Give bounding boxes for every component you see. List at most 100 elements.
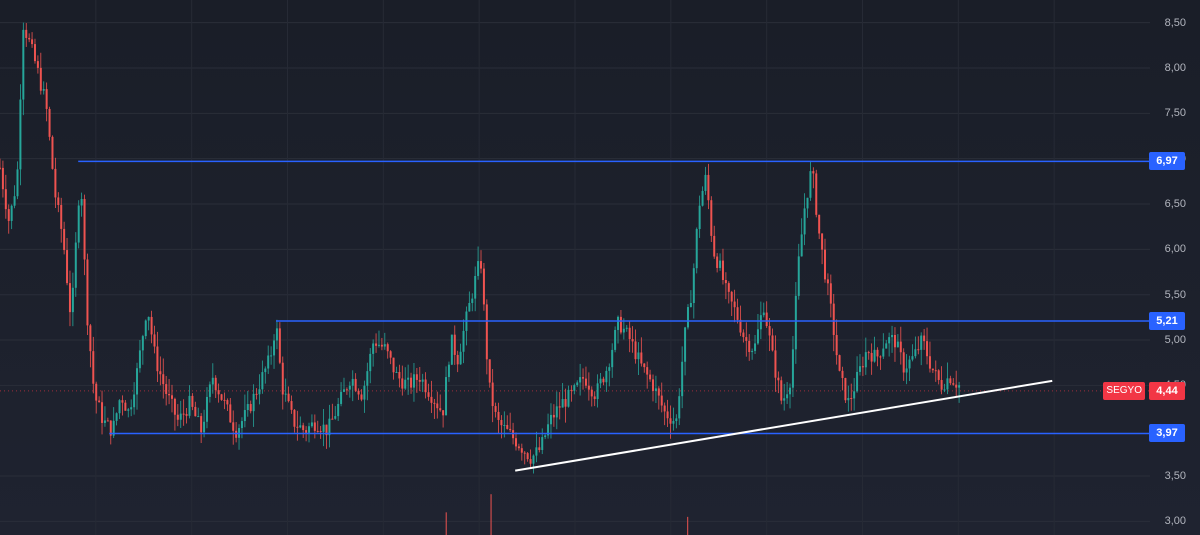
candle-body [818, 214, 821, 234]
candle-body [337, 403, 340, 417]
candle-body [375, 343, 378, 346]
candle-body [48, 108, 51, 137]
candle-body [649, 374, 652, 380]
candle-body [433, 402, 436, 404]
candle-body [471, 298, 474, 303]
candle-body [0, 167, 1, 169]
candle-body [63, 228, 66, 251]
candle-body [494, 406, 497, 412]
candle-body [42, 89, 45, 91]
candle-body [803, 208, 806, 235]
candle-body [861, 366, 864, 368]
candle-body [389, 351, 392, 358]
candle-body [564, 399, 567, 407]
candle-body [544, 435, 547, 438]
candle-body [182, 413, 185, 415]
candle-body [891, 334, 894, 338]
candle-body [203, 421, 206, 433]
candle-body [133, 394, 136, 408]
y-tick-label: 6,00 [1164, 243, 1186, 256]
candle-body [789, 387, 792, 395]
candle-body [447, 364, 450, 378]
candle-body [858, 366, 861, 372]
candle-body [299, 425, 302, 428]
candle-body [270, 355, 273, 357]
candle-body [716, 256, 719, 268]
last-price-tag: 4,44 [1149, 381, 1185, 400]
candle-body [864, 352, 867, 368]
candle-body [742, 332, 745, 338]
candle-body [348, 385, 351, 390]
candle-body [415, 374, 418, 380]
candle-body [252, 393, 255, 412]
candle-body [783, 398, 786, 401]
level-price-tag: 3,97 [1149, 424, 1185, 443]
candle-body [386, 344, 389, 352]
candle-body [205, 396, 208, 422]
candle-body [240, 421, 243, 429]
candle-body [450, 334, 453, 365]
candle-body [786, 394, 789, 399]
horizontal-levels[interactable] [78, 160, 1150, 435]
candle-body [622, 328, 625, 333]
candle-body [424, 379, 427, 393]
candle-body [243, 410, 246, 422]
candle-body [293, 409, 296, 427]
candle-body [774, 350, 777, 378]
candle-body [937, 370, 940, 380]
candle-body [637, 352, 640, 360]
candle-body [369, 353, 372, 372]
candle-body [86, 259, 89, 326]
candle-body [188, 395, 191, 416]
candle-body [83, 199, 86, 260]
candle-body [841, 370, 844, 379]
candle-body [497, 411, 500, 421]
candle-body [22, 29, 25, 100]
candle-body [220, 394, 223, 400]
candle-body [751, 350, 754, 353]
candlestick-series [0, 22, 961, 535]
candle-body [488, 359, 491, 383]
trendline[interactable] [515, 379, 1053, 472]
candle-body [421, 379, 424, 382]
candle-body [908, 359, 911, 369]
candle-body [290, 401, 293, 410]
price-chart[interactable] [0, 0, 1200, 535]
candle-body [856, 371, 859, 392]
candle-body [669, 418, 672, 424]
candle-body [520, 448, 523, 453]
candle-body [838, 355, 841, 371]
candle-body [739, 319, 742, 333]
candle-body [103, 420, 106, 423]
candle-body [707, 174, 710, 201]
candle-body [756, 329, 759, 344]
candle-body [474, 275, 477, 299]
candle-body [719, 260, 722, 268]
candle-body [561, 399, 564, 408]
candle-body [593, 396, 596, 400]
candle-body [13, 196, 16, 206]
candle-body [430, 396, 433, 403]
candle-body [351, 378, 354, 386]
chart-canvas[interactable]: 8,508,007,507,006,506,005,505,004,503,50… [0, 0, 1200, 535]
trendline-group[interactable] [515, 379, 1053, 472]
candle-body [517, 446, 520, 449]
candle-body [71, 287, 74, 313]
candle-body [436, 403, 439, 409]
candle-body [255, 393, 258, 395]
candle-body [308, 426, 311, 433]
candle-body [567, 389, 570, 407]
candle-body [156, 346, 159, 372]
candle-body [853, 391, 856, 399]
candle-body [928, 356, 931, 369]
candle-body [943, 389, 946, 391]
candle-body [829, 283, 832, 304]
candle-body [812, 171, 815, 174]
candle-body [273, 340, 276, 356]
candle-body [701, 190, 704, 206]
candle-body [439, 408, 442, 411]
candle-body [296, 426, 299, 428]
candle-body [106, 420, 109, 422]
candle-body [380, 344, 383, 347]
candle-body [194, 406, 197, 417]
